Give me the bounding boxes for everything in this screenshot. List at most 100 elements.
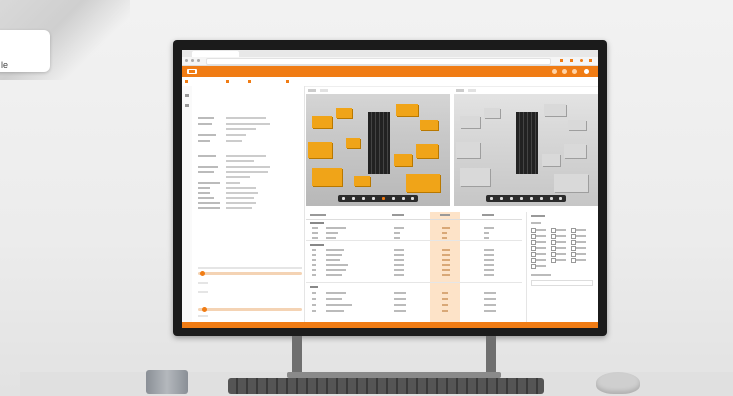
viewport-tab[interactable] [468, 89, 476, 92]
building-tower[interactable] [368, 112, 390, 174]
notifications-icon[interactable] [562, 69, 567, 74]
measure-icon[interactable] [392, 197, 395, 200]
filter-checkbox[interactable] [551, 240, 573, 245]
cube-icon[interactable] [185, 94, 189, 97]
property-value [226, 166, 270, 168]
filter-checkbox[interactable] [531, 240, 553, 245]
zoom-icon[interactable] [402, 197, 405, 200]
cell [312, 227, 318, 229]
extensions-icon[interactable] [570, 59, 573, 62]
move-icon[interactable] [500, 197, 503, 200]
cell [326, 254, 342, 256]
select-icon[interactable] [342, 197, 345, 200]
building [406, 174, 440, 192]
cell [326, 298, 342, 300]
table-row [306, 304, 522, 308]
cell [326, 232, 338, 234]
slider-handle[interactable] [200, 271, 205, 276]
viewport-tab[interactable] [320, 89, 328, 92]
building-tower[interactable] [516, 112, 538, 174]
column-header [440, 214, 450, 216]
cell [326, 249, 344, 251]
cell [484, 274, 494, 276]
filter-checkbox[interactable] [571, 258, 593, 263]
filter-checkbox[interactable] [551, 252, 573, 257]
property-key [198, 166, 218, 168]
building [394, 154, 412, 166]
filter-checkbox[interactable] [551, 258, 573, 263]
fullscreen-icon[interactable] [559, 197, 562, 200]
filter-checkbox[interactable] [551, 246, 573, 251]
settings-icon[interactable] [572, 69, 577, 74]
property-row [198, 127, 302, 132]
profile-icon[interactable] [580, 59, 583, 62]
filter-checkbox[interactable] [551, 228, 573, 233]
move-icon[interactable] [352, 197, 355, 200]
bookmark-icon[interactable] [560, 59, 563, 62]
cell [394, 292, 406, 294]
panel-title [531, 215, 545, 217]
filter-checkbox[interactable] [531, 258, 553, 263]
rotate-icon[interactable] [520, 197, 523, 200]
property-row [198, 133, 302, 138]
filter-checkbox[interactable] [531, 246, 553, 251]
back-icon[interactable] [185, 59, 188, 62]
viewport-tab[interactable] [308, 89, 316, 92]
camera-icon[interactable] [382, 197, 385, 200]
table-row [306, 232, 522, 236]
cell [394, 249, 404, 251]
edit-icon[interactable] [510, 197, 513, 200]
table-row [306, 310, 522, 314]
panel-caption [531, 274, 551, 276]
cell [312, 232, 318, 234]
rotate-icon[interactable] [372, 197, 375, 200]
cell [484, 249, 494, 251]
help-icon[interactable] [552, 69, 557, 74]
filter-checkbox[interactable] [571, 252, 593, 257]
camera-icon[interactable] [530, 197, 533, 200]
forward-icon[interactable] [191, 59, 194, 62]
table-row [306, 274, 522, 278]
filter-checkbox[interactable] [571, 234, 593, 239]
select-icon[interactable] [490, 197, 493, 200]
cell [442, 269, 450, 271]
filter-checkbox[interactable] [531, 228, 553, 233]
table-row [306, 237, 522, 241]
user-avatar[interactable] [584, 69, 589, 74]
filter-checkbox[interactable] [571, 240, 593, 245]
panel-input[interactable] [531, 280, 593, 286]
property-value [226, 192, 258, 194]
filter-checkbox[interactable] [531, 264, 553, 269]
slider-handle[interactable] [202, 307, 207, 312]
speaker [146, 370, 188, 394]
filter-checkbox[interactable] [531, 252, 553, 257]
filter-checkbox[interactable] [551, 234, 573, 239]
building [568, 120, 586, 130]
table-header [306, 212, 522, 220]
property-value [226, 176, 250, 178]
building [308, 142, 332, 158]
zoom-icon[interactable] [550, 197, 553, 200]
cell [326, 227, 346, 229]
fullscreen-icon[interactable] [411, 197, 414, 200]
slider-caption [198, 315, 208, 317]
edit-icon[interactable] [362, 197, 365, 200]
row-group-label [310, 286, 318, 288]
browser-menu-icon[interactable] [589, 59, 592, 62]
filter-checkbox[interactable] [571, 246, 593, 251]
layers-icon[interactable] [185, 104, 189, 107]
table-row [306, 298, 522, 302]
3d-viewport-gray[interactable] [454, 94, 598, 206]
logo-icon[interactable] [187, 69, 197, 74]
filter-checkbox[interactable] [571, 228, 593, 233]
reload-icon[interactable] [197, 59, 200, 62]
weight-slider[interactable] [198, 271, 302, 276]
url-input[interactable] [206, 58, 551, 65]
3d-viewport-colored[interactable] [306, 94, 450, 206]
cell [394, 274, 404, 276]
measure-icon[interactable] [540, 197, 543, 200]
property-value [226, 123, 270, 125]
viewport-tab[interactable] [456, 89, 464, 92]
height-slider[interactable] [198, 307, 302, 312]
filter-checkbox[interactable] [531, 234, 553, 239]
